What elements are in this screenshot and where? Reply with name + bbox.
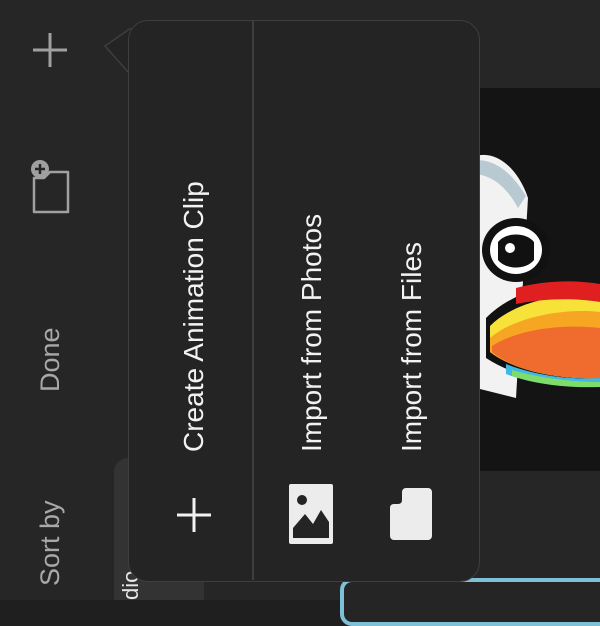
done-button[interactable]: Done (35, 327, 65, 392)
menu-item-label: Import from Files (396, 241, 427, 452)
animation-canvas[interactable] (476, 88, 600, 471)
menu-divider (252, 20, 254, 580)
selected-clip-card[interactable] (340, 578, 600, 626)
toucan-illustration (476, 154, 600, 398)
sort-by-button[interactable]: Sort by (35, 500, 65, 586)
menu-item-label: Create Animation Clip (178, 181, 209, 452)
folder-plus-icon[interactable] (28, 158, 72, 216)
file-icon (390, 488, 432, 540)
menu-item-label: Import from Photos (296, 213, 327, 452)
sidebar: Done Sort by (0, 0, 100, 600)
plus-icon[interactable] (31, 31, 69, 69)
photo-icon (289, 484, 333, 544)
plus-icon (177, 498, 211, 532)
